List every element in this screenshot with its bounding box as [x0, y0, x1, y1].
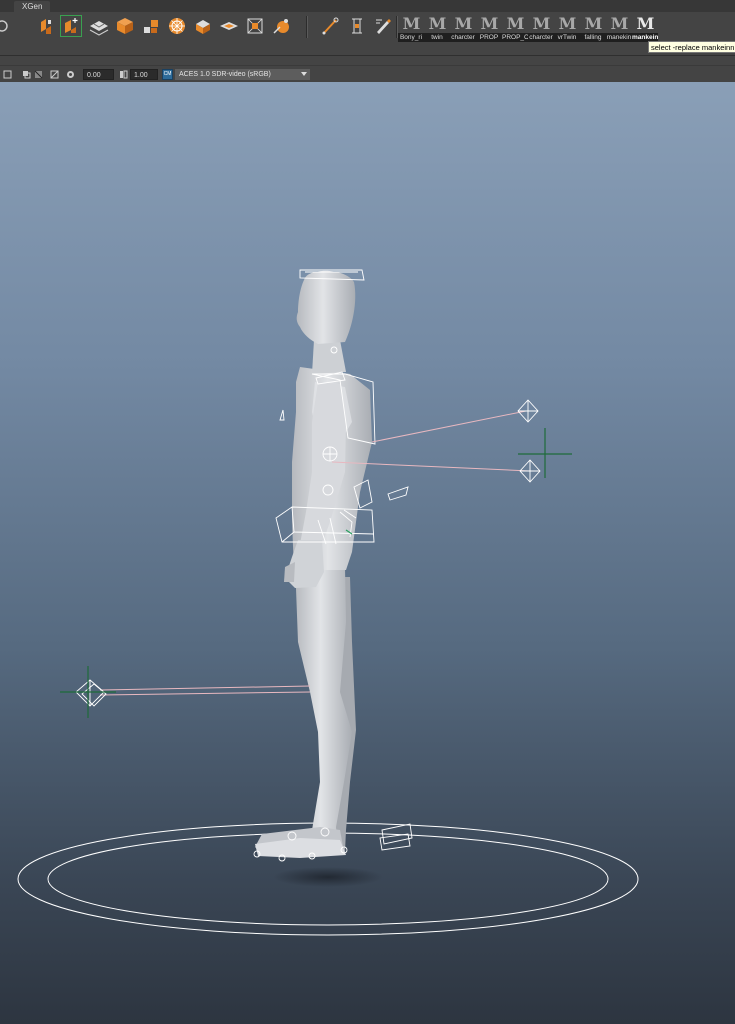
grid-toggle-icon[interactable]: [3, 70, 12, 79]
chevron-down-icon: [301, 72, 307, 76]
shelf-script-bony-rig[interactable]: M Bony_ri: [398, 15, 424, 45]
viewport-3d[interactable]: [0, 82, 735, 1024]
mel-script-icon: M: [454, 14, 473, 33]
color-space-value: ACES 1.0 SDR-video (sRGB): [179, 71, 271, 78]
mel-script-icon: M: [506, 14, 525, 33]
shelf-script-prop[interactable]: M PROP: [476, 15, 502, 45]
isolate-select-icon[interactable]: [22, 70, 31, 79]
shelf-script-falling[interactable]: M falling: [580, 15, 606, 45]
arm-pole-vector[interactable]: [519, 459, 541, 483]
shelf-script-label: charcter: [528, 33, 554, 42]
shelf: M Bony_ri M twin M charcter M PROP M PRO…: [0, 12, 735, 56]
xray-icon[interactable]: [34, 70, 43, 79]
frame-box-icon[interactable]: [244, 15, 266, 37]
gamma-field[interactable]: 1.00: [130, 69, 158, 80]
shelf-script-label: Bony_ri: [398, 33, 424, 42]
mel-script-icon: M: [402, 14, 421, 33]
exposure-icon[interactable]: [66, 70, 75, 79]
shelf-script-label: charcter: [450, 33, 476, 42]
side-marker: [279, 409, 285, 421]
mel-script-icon: M: [480, 14, 499, 33]
shelf-script-vrtwin[interactable]: M vrTwin: [554, 15, 580, 45]
gamma-icon[interactable]: [119, 70, 128, 79]
mel-script-icon: M: [610, 14, 629, 33]
hand-ik-control[interactable]: [387, 486, 409, 501]
pen-draw-icon[interactable]: [320, 15, 342, 37]
bone-link-icon[interactable]: [270, 15, 292, 37]
mel-script-icon: M: [584, 14, 603, 33]
shelf-tab-strip: XGen: [0, 0, 735, 12]
mel-script-icon: M: [428, 14, 447, 33]
knee-pole-vector[interactable]: [75, 679, 107, 707]
curve-tool-icon[interactable]: [36, 15, 58, 37]
color-management-icon[interactable]: CM: [162, 69, 173, 80]
shelf-script-label: twin: [424, 33, 450, 42]
cube-icon[interactable]: [114, 15, 136, 37]
wireframe-toggle-icon[interactable]: [50, 70, 59, 79]
shelf-script-twin[interactable]: M twin: [424, 15, 450, 45]
mel-script-icon: M: [636, 14, 655, 33]
shelf-script-charcter-2[interactable]: M charcter: [528, 15, 554, 45]
mannequin-figure[interactable]: [255, 270, 372, 858]
shelf-script-label: falling: [580, 33, 606, 42]
shelf-script-label: manekin: [606, 33, 632, 42]
prism-icon[interactable]: [192, 15, 214, 37]
create-joint-icon[interactable]: [60, 15, 82, 37]
shelf-script-label: PROP_C: [502, 33, 528, 42]
shelf-separator: [306, 16, 308, 38]
shelf-script-prop-c[interactable]: M PROP_C: [502, 15, 528, 45]
bracket-frame-icon[interactable]: [346, 15, 368, 37]
shelf-tooltip: select -replace mankeinn: [648, 41, 735, 53]
shelf-script-manekin[interactable]: M manekin: [606, 15, 632, 45]
shelf-script-label: PROP: [476, 33, 502, 42]
undo-arc-icon[interactable]: [0, 15, 14, 37]
toolbar-spacer: [0, 57, 735, 65]
exposure-field[interactable]: 0.00: [83, 69, 114, 80]
panel-toolbar: 0.00 1.00 CM ACES 1.0 SDR-video (sRGB): [0, 65, 735, 82]
tab-xgen[interactable]: XGen: [14, 1, 51, 12]
ground-shadow: [273, 867, 383, 887]
color-space-dropdown[interactable]: ACES 1.0 SDR-video (sRGB): [175, 69, 310, 80]
wheel-icon[interactable]: [166, 15, 188, 37]
move-component-icon[interactable]: [88, 15, 110, 37]
mel-script-icon: M: [558, 14, 577, 33]
edit-pencil-icon[interactable]: [372, 15, 394, 37]
shelf-script-label: vrTwin: [554, 33, 580, 42]
blocks-icon[interactable]: [140, 15, 162, 37]
viewport-scene: [17, 269, 639, 936]
mel-script-icon: M: [532, 14, 551, 33]
shelf-script-charcter[interactable]: M charcter: [450, 15, 476, 45]
elbow-pole-vector[interactable]: [517, 399, 539, 423]
layers-icon[interactable]: [218, 15, 240, 37]
